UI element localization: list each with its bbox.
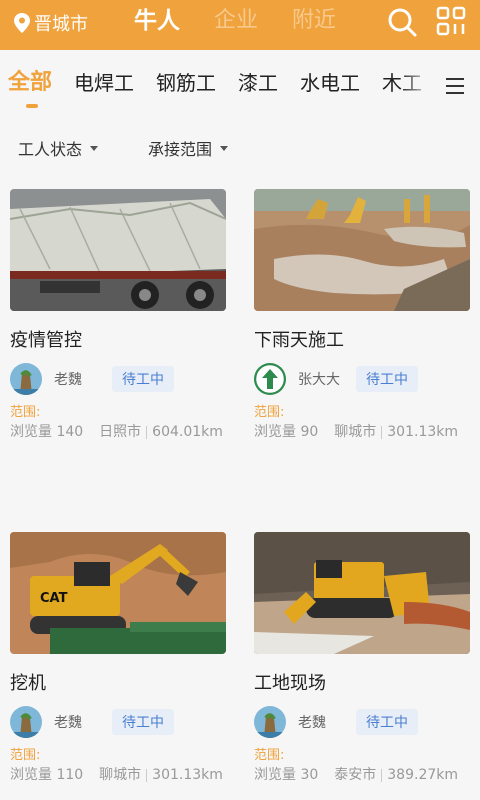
distance: 604.01km (152, 424, 223, 440)
tab-nearby[interactable]: 附近 (292, 4, 336, 38)
view-count: 浏览量 140 (10, 424, 84, 440)
status-badge: 待工中 (112, 709, 174, 735)
divider (146, 425, 148, 439)
user-name: 老魏 (54, 372, 82, 388)
worker-status-filter[interactable]: 工人状态 (18, 136, 99, 160)
card-user-row: 老魏 待工中 (10, 363, 226, 395)
category-bar: 全部 电焊工 钢筋工 漆工 水电工 木工 (0, 50, 480, 116)
card-title: 挖机 (10, 673, 46, 694)
avatar[interactable] (10, 363, 42, 395)
caret-down-icon (90, 145, 99, 151)
divider (381, 425, 383, 439)
divider (381, 768, 383, 782)
card-title: 下雨天施工 (254, 330, 344, 351)
worker-card[interactable]: CAT 挖机 老魏 待工中 范围: 浏览量 110 聊城市 301.13km (10, 532, 226, 784)
qr-scan-icon[interactable] (436, 6, 466, 36)
filter-bar: 工人状态 承接范围 (18, 136, 278, 160)
card-title: 工地现场 (254, 673, 326, 694)
card-user-row: 张大大 待工中 (254, 363, 470, 395)
worker-card[interactable]: 下雨天施工 张大大 待工中 范围: 浏览量 90 聊城市 301.13km (254, 189, 470, 441)
city: 聊城市 (99, 767, 142, 783)
distance: 301.13km (387, 424, 458, 440)
card-stats: 浏览量 30 泰安市 389.27km (254, 766, 470, 784)
menu-icon[interactable] (444, 76, 466, 96)
landscape-avatar-icon (254, 706, 286, 738)
landscape-avatar-icon (10, 363, 42, 395)
city: 日照市 (99, 424, 142, 440)
view-count: 浏览量 110 (10, 767, 84, 783)
user-name: 老魏 (298, 715, 326, 731)
bulldozer-image (254, 532, 470, 654)
card-stats: 浏览量 140 日照市 604.01km (10, 423, 226, 441)
view-count: 浏览量 90 (254, 424, 319, 440)
worker-card[interactable]: 工地现场 老魏 待工中 范围: 浏览量 30 泰安市 389.27km (254, 532, 470, 784)
range-label: 范围: (254, 748, 285, 763)
location-pin-icon (14, 13, 30, 33)
user-name: 老魏 (54, 715, 82, 731)
service-range-filter[interactable]: 承接范围 (148, 136, 229, 160)
truck-image (10, 189, 226, 311)
card-image (10, 189, 226, 311)
category-all[interactable]: 全部 (8, 68, 52, 108)
distance: 389.27km (387, 767, 458, 783)
worker-card[interactable]: 疫情管控 老魏 待工中 范围: 浏览量 140 日照市 604.01km (10, 189, 226, 441)
card-image (254, 532, 470, 654)
user-name: 张大大 (298, 372, 340, 388)
card-user-row: 老魏 待工中 (254, 706, 470, 738)
green-arrow-avatar-icon (254, 363, 286, 395)
category-welder[interactable]: 电焊工 (74, 68, 134, 108)
search-icon[interactable] (386, 6, 418, 38)
landscape-avatar-icon (10, 706, 42, 738)
tab-talent[interactable]: 牛人 (134, 4, 180, 38)
caret-down-icon (220, 145, 229, 151)
svg-text:CAT: CAT (40, 591, 68, 606)
range-label: 范围: (10, 405, 41, 420)
card-user-row: 老魏 待工中 (10, 706, 226, 738)
status-badge: 待工中 (356, 366, 418, 392)
top-bar: 晋城市 牛人 企业 附近 (0, 0, 480, 50)
avatar[interactable] (254, 706, 286, 738)
status-badge: 待工中 (356, 709, 418, 735)
tab-company[interactable]: 企业 (214, 4, 258, 38)
distance: 301.13km (152, 767, 223, 783)
filter-label: 工人状态 (18, 140, 83, 159)
active-category-indicator (26, 104, 38, 108)
range-label: 范围: (10, 748, 41, 763)
card-stats: 浏览量 110 聊城市 301.13km (10, 766, 226, 784)
rainy-site-image (254, 189, 470, 311)
status-badge: 待工中 (112, 366, 174, 392)
category-list[interactable]: 全部 电焊工 钢筋工 漆工 水电工 木工 (8, 68, 428, 108)
range-label: 范围: (254, 405, 285, 420)
filter-label: 承接范围 (148, 140, 213, 159)
location-label: 晋城市 (34, 14, 88, 35)
city: 聊城市 (334, 424, 377, 440)
category-painter[interactable]: 漆工 (238, 68, 278, 108)
card-image (254, 189, 470, 311)
avatar[interactable] (254, 363, 286, 395)
card-image: CAT (10, 532, 226, 654)
city: 泰安市 (334, 767, 377, 783)
location-selector[interactable]: 晋城市 (14, 10, 88, 36)
top-tabs: 牛人 企业 附近 (134, 4, 370, 38)
category-rebar-worker[interactable]: 钢筋工 (156, 68, 216, 108)
category-plumber-electrician[interactable]: 水电工 (300, 68, 360, 108)
excavator-image: CAT (10, 532, 226, 654)
divider (146, 768, 148, 782)
view-count: 浏览量 30 (254, 767, 319, 783)
category-fade (400, 66, 434, 102)
avatar[interactable] (10, 706, 42, 738)
card-stats: 浏览量 90 聊城市 301.13km (254, 423, 470, 441)
card-title: 疫情管控 (10, 330, 82, 351)
